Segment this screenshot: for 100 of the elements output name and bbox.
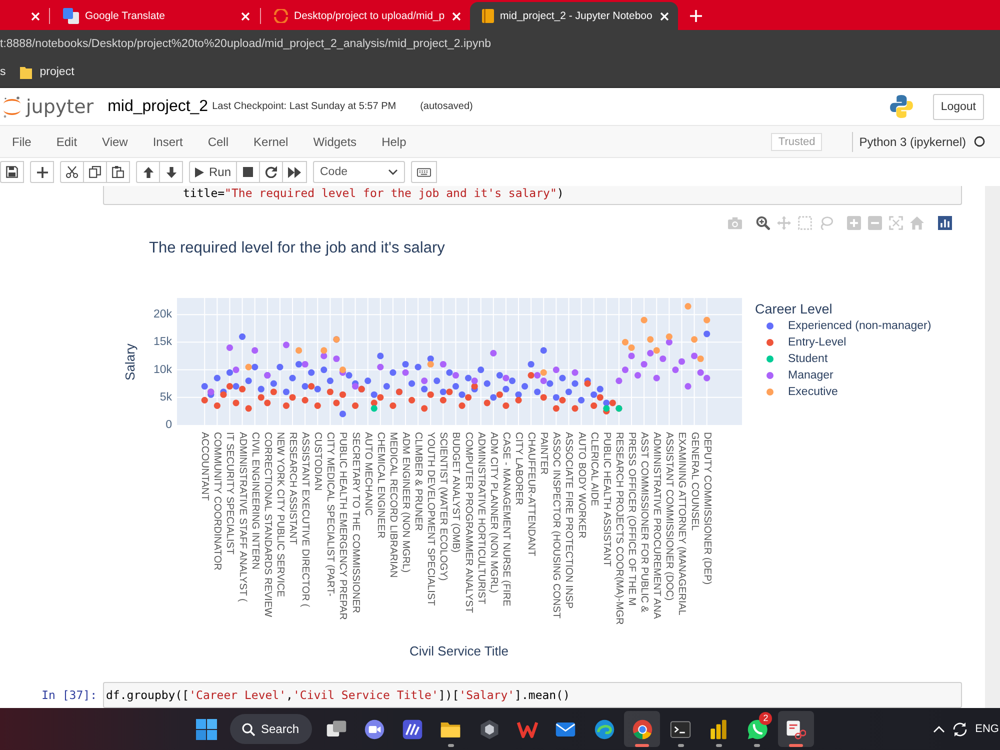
plus-icon[interactable] <box>690 10 702 22</box>
taskbar-app[interactable] <box>624 711 660 747</box>
language-indicator[interactable]: ENG <box>975 723 999 735</box>
legend-marker-icon[interactable] <box>766 356 774 362</box>
copy-button[interactable] <box>83 161 107 183</box>
legend-label[interactable]: Manager <box>788 370 834 382</box>
browser-tab[interactable]: Google Translate <box>51 2 259 30</box>
legend-title: Career Level <box>755 302 832 316</box>
legend-label[interactable]: Entry-Level <box>788 336 846 348</box>
browser-tab[interactable]: mid_project_2 - Jupyter Noteboo <box>470 2 678 30</box>
y-axis-title: Salary <box>122 344 138 380</box>
save-button[interactable] <box>0 161 24 183</box>
overlapping-windows-icon <box>326 718 346 740</box>
menu-item[interactable]: Help <box>369 134 419 148</box>
insert-cell-button[interactable] <box>30 161 54 183</box>
cut-button[interactable] <box>60 161 84 183</box>
data-point <box>502 402 510 409</box>
bookmark-link[interactable]: project <box>20 66 74 78</box>
data-point <box>572 380 578 387</box>
close-icon[interactable] <box>452 12 461 20</box>
taskbar-app[interactable] <box>778 711 814 747</box>
data-point <box>616 378 622 384</box>
code-editor[interactable]: title="The required level for the job and it's salary") <box>103 186 962 205</box>
logo-icon[interactable] <box>2 94 22 118</box>
data-point <box>352 402 359 409</box>
menu-item[interactable]: Widgets <box>300 134 370 148</box>
data-point <box>684 302 692 310</box>
data-point <box>478 366 484 374</box>
x-tick-label: ASST COMMISSIONER FOR PUBLIC & <box>638 432 650 612</box>
search-field[interactable]: Search <box>230 714 312 744</box>
y-tick-label: 10k <box>153 364 172 376</box>
data-point <box>296 347 302 354</box>
x-tick-label: COMMUNITY COORDINATOR <box>212 432 223 570</box>
data-point <box>214 402 220 409</box>
menu-item[interactable]: View <box>90 134 140 148</box>
data-point <box>704 330 710 338</box>
data-point <box>339 391 346 398</box>
data-point <box>540 347 547 354</box>
data-point <box>326 388 334 396</box>
bookmark-link[interactable]: s <box>0 66 6 78</box>
legend-marker-icon[interactable] <box>766 372 774 379</box>
x-tick-label: EXAMINING ATTORNEY (MANAGERIAL <box>676 432 688 616</box>
data-point <box>640 360 648 368</box>
segmented-circle-icon <box>632 718 653 740</box>
chevron-up-icon[interactable] <box>933 726 946 732</box>
data-point <box>640 316 648 324</box>
x-tick-label: ASSISTANT COMMISSIONER (DOC) <box>664 432 675 601</box>
menu-item[interactable]: File <box>0 134 44 148</box>
legend-label[interactable]: Executive <box>788 386 838 398</box>
logo-text[interactable]: jupyter <box>26 96 94 118</box>
legend-marker-icon[interactable] <box>766 322 774 330</box>
data-point <box>314 402 321 409</box>
run-button[interactable]: Run <box>189 161 237 183</box>
kernel-name: Python 3 (ipykernel) <box>859 134 966 148</box>
x-tick-label: ASSOC INSPECTOR (HOUSING CONST <box>550 432 562 619</box>
cell-type-select[interactable]: Code <box>313 161 405 183</box>
menu-item[interactable]: Kernel <box>241 134 301 148</box>
data-point <box>333 400 340 406</box>
x-tick-label: ADMINISTRATIVE STAFF ANALYST ( <box>236 432 248 602</box>
restart-button[interactable] <box>259 161 283 183</box>
notebook-name[interactable]: mid_project_2 <box>108 98 208 116</box>
data-point <box>232 400 240 406</box>
close-icon[interactable] <box>660 12 669 20</box>
run-all-button[interactable] <box>282 161 307 183</box>
data-point <box>628 352 635 360</box>
book-icon <box>482 9 494 23</box>
sync-icon[interactable] <box>952 722 968 736</box>
data-point <box>704 316 710 324</box>
x-tick-label: COMPUTER PROGRAMMER ANALYST <box>462 432 474 613</box>
data-point <box>408 396 416 404</box>
stop-button[interactable] <box>236 161 260 183</box>
browser-tab[interactable]: Desktop/project to upload/mid_p <box>262 2 470 30</box>
data-point <box>653 374 660 382</box>
y-tick-label: 15k <box>153 336 172 348</box>
close-icon[interactable] <box>241 12 250 20</box>
code-editor[interactable]: df.groupby(['Career Level','Civil Service Title'])['Salary'].mean() <box>103 682 962 708</box>
taskbar-app[interactable]: 2 <box>739 711 776 747</box>
x-tick-label: PRESS OFFICER (OFFICE OF THE M <box>626 432 637 606</box>
paste-button[interactable] <box>106 161 130 183</box>
legend-marker-icon[interactable] <box>766 339 774 346</box>
data-point <box>552 405 560 412</box>
restart-icon <box>265 166 277 178</box>
play-icon <box>195 166 204 178</box>
video-chat-icon <box>364 718 385 740</box>
bar-chart-icon[interactable] <box>938 216 952 230</box>
menu-item[interactable]: Cell <box>195 134 242 148</box>
menu-item[interactable]: Insert <box>140 134 196 148</box>
menu-item[interactable]: Edit <box>44 134 90 148</box>
move-down-button[interactable] <box>159 161 183 183</box>
legend-label[interactable]: Experienced (non-manager) <box>788 320 932 332</box>
magnifier-icon[interactable] <box>756 216 770 230</box>
command-palette-button[interactable] <box>411 161 437 183</box>
legend-label[interactable]: Student <box>788 353 828 365</box>
legend-marker-icon[interactable] <box>766 388 774 396</box>
x-tick-label: RESEARCH PROJECTS COOR(MA)-MGR <box>613 432 624 625</box>
move-up-button[interactable] <box>136 161 160 183</box>
logout-button[interactable]: Logout <box>932 94 984 120</box>
x-tick-label: PUBLIC HEALTH EMERGENCY PREPAR <box>337 432 348 620</box>
y-tick-label: 5k <box>160 391 172 404</box>
close-icon[interactable] <box>31 12 40 20</box>
